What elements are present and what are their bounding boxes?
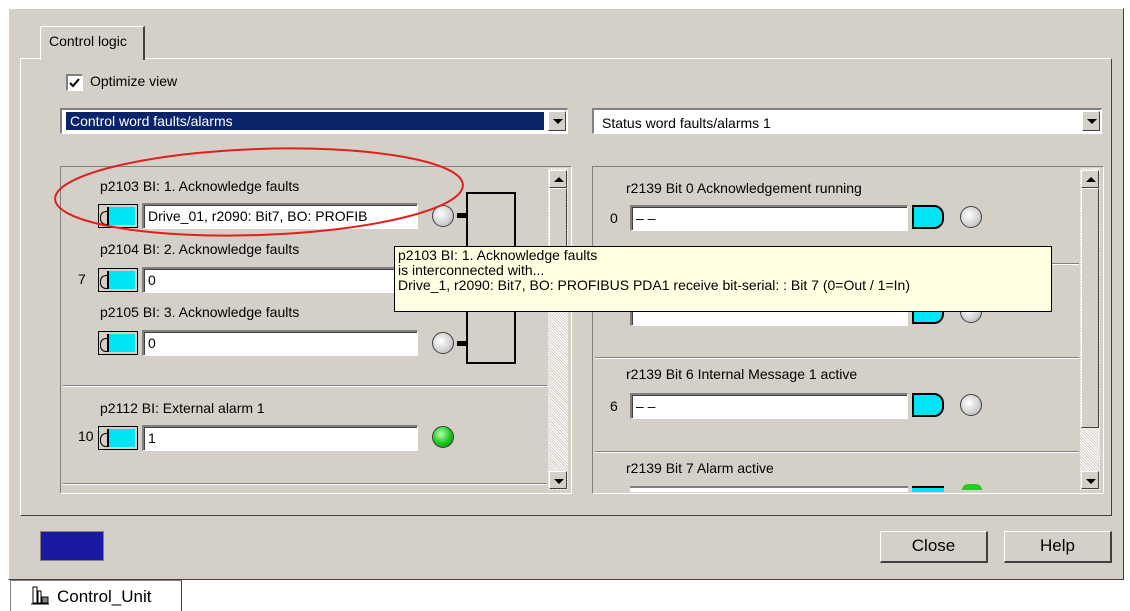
close-button[interactable]: Close (880, 531, 988, 563)
bit6-status-led (960, 394, 982, 416)
left-view-select-value: Control word faults/alarms (66, 112, 544, 130)
highlight-ellipse (54, 147, 464, 237)
chevron-down-icon (554, 479, 564, 484)
status-swatch (40, 531, 104, 561)
bit6-output: – – (630, 393, 908, 419)
scroll-down-button[interactable] (549, 471, 567, 489)
tab-label: Control logic (49, 33, 127, 49)
chevron-down-icon (1087, 119, 1097, 124)
optimize-view-label: Optimize view (90, 73, 178, 89)
bit6-label: r2139 Bit 6 Internal Message 1 active (626, 366, 858, 382)
left-view-select[interactable]: Control word faults/alarms (60, 108, 568, 134)
right-view-select-value: Status word faults/alarms 1 (602, 115, 771, 131)
right-scroll-thumb[interactable] (1081, 188, 1099, 428)
divider (63, 483, 547, 485)
bit6-index: 6 (610, 398, 618, 414)
divider (63, 385, 547, 387)
bit7-output-clipped (630, 486, 908, 492)
bit0-status-led (960, 206, 982, 228)
bit7-led-clipped (962, 484, 982, 490)
tooltip-line-3: Drive_1, r2090: Bit7, BO: PROFIBUS PDA1 … (398, 277, 910, 293)
p2104-connector-button[interactable] (98, 268, 138, 292)
chevron-down-icon (553, 119, 563, 124)
p2112-index: 10 (78, 428, 94, 444)
p2105-connector-button[interactable] (98, 331, 138, 355)
checkmark-icon (69, 78, 80, 88)
bit0-label: r2139 Bit 0 Acknowledgement running (626, 180, 862, 196)
chevron-up-icon (1086, 177, 1096, 182)
dropdown-button[interactable] (548, 111, 566, 131)
divider (595, 451, 1079, 453)
window-tab-label: Control_Unit (57, 587, 152, 606)
p2104-index: 7 (78, 271, 86, 287)
p2104-input[interactable]: 0 (142, 267, 418, 293)
bit0-connector-button[interactable] (912, 205, 944, 229)
optimize-view-checkbox[interactable] (66, 74, 83, 91)
chevron-up-icon (554, 177, 564, 182)
right-view-select[interactable]: Status word faults/alarms 1 (592, 108, 1102, 134)
tooltip-line-2: is interconnected with... (398, 262, 545, 278)
tab-control-logic[interactable]: Control logic (40, 26, 145, 60)
bit6-connector-button[interactable] (912, 393, 944, 417)
scroll-up-button[interactable] (549, 170, 567, 188)
p2112-input[interactable]: 1 (142, 425, 418, 451)
window-tab-control-unit[interactable]: Control_Unit (10, 580, 182, 611)
p2105-status-led (432, 332, 454, 354)
bit0-index: 0 (610, 210, 618, 226)
p2112-connector-button[interactable] (98, 426, 138, 450)
dropdown-button[interactable] (1082, 111, 1100, 131)
interconnection-tooltip: p2103 BI: 1. Acknowledge faults is inter… (394, 246, 1052, 312)
drive-unit-icon (31, 586, 49, 605)
p2112-label: p2112 BI: External alarm 1 (100, 400, 265, 416)
scroll-down-button[interactable] (1081, 471, 1099, 489)
divider (595, 357, 1079, 359)
bit7-connector-clipped (912, 486, 944, 492)
tooltip-line-1: p2103 BI: 1. Acknowledge faults (398, 247, 598, 263)
help-button[interactable]: Help (1004, 531, 1112, 563)
chevron-down-icon (1086, 479, 1096, 484)
p2105-input[interactable]: 0 (142, 330, 418, 356)
scroll-up-button[interactable] (1081, 170, 1099, 188)
p2105-label: p2105 BI: 3. Acknowledge faults (100, 304, 300, 320)
bit0-output: – – (630, 205, 908, 231)
bit7-label: r2139 Bit 7 Alarm active (626, 460, 774, 476)
p2112-status-led (432, 426, 454, 448)
